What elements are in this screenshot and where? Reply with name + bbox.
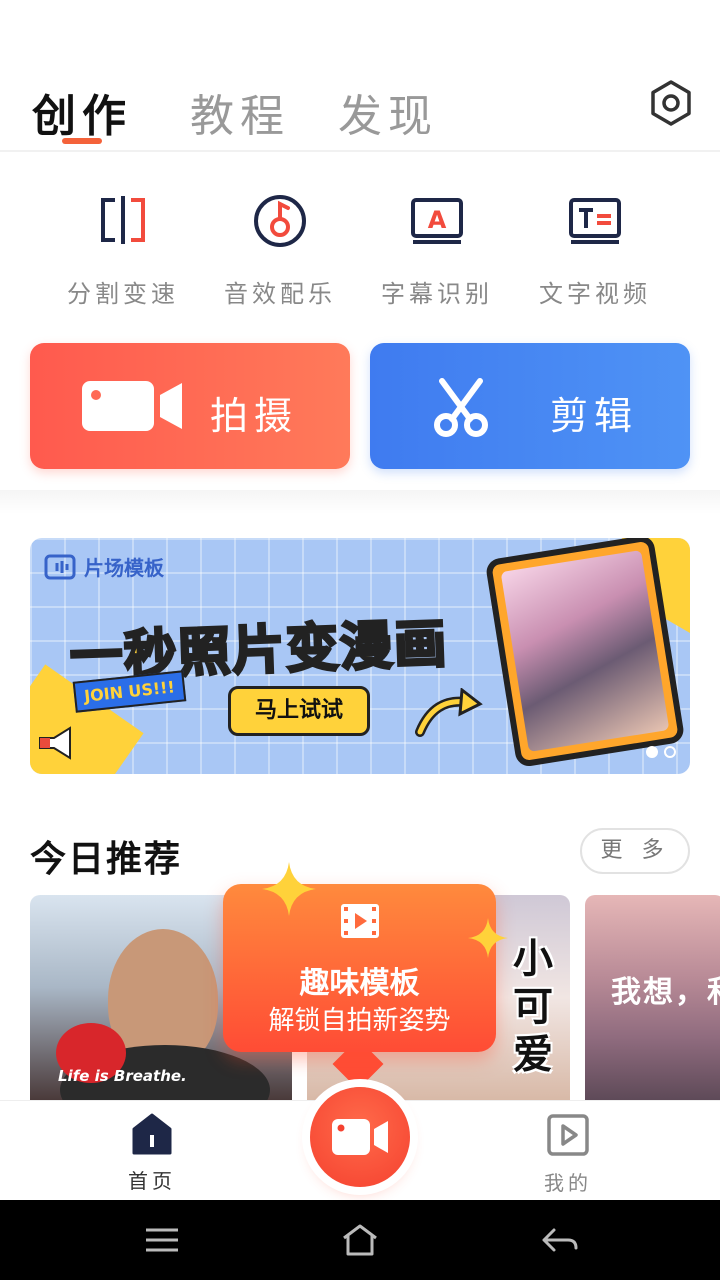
nav-home[interactable]: 首页 — [102, 1113, 202, 1194]
edit-button[interactable]: 剪辑 — [370, 343, 690, 469]
shoot-button[interactable]: 拍摄 — [30, 343, 350, 469]
tab-tutorial[interactable]: 教程 — [190, 80, 290, 144]
nav-mine-label: 我的 — [544, 1171, 592, 1195]
pagination-dot-active — [646, 746, 658, 758]
tool-label: 音效配乐 — [224, 280, 336, 308]
svg-text:A: A — [428, 206, 447, 234]
tool-sound-music[interactable]: 音效配乐 — [205, 190, 355, 309]
edit-label: 剪辑 — [550, 394, 639, 438]
card-caption: Life is Breathe. — [58, 1067, 187, 1085]
sparkle-icon — [468, 918, 508, 958]
tab-indicator — [62, 138, 102, 144]
banner-cta-button[interactable]: 马上试试 — [228, 686, 370, 736]
play-box-icon — [547, 1114, 589, 1156]
home-icon — [132, 1113, 172, 1155]
nav-mine[interactable]: 我的 — [518, 1113, 618, 1196]
top-tab-bar: 创作 教程 发现 — [0, 60, 720, 150]
banner-pagination — [646, 746, 676, 758]
banner-brand-label: 片场模板 — [84, 556, 164, 580]
settings-icon[interactable] — [646, 78, 696, 128]
promo-subtitle: 解锁自拍新姿势 — [268, 1006, 451, 1036]
shoot-label: 拍摄 — [210, 394, 299, 438]
promo-title: 趣味模板 — [299, 966, 420, 1001]
tool-split-speed[interactable]: 分割变速 — [48, 190, 198, 309]
comic-photo — [500, 550, 670, 752]
section-separator — [0, 490, 720, 514]
video-template-icon — [44, 554, 76, 579]
sparkle-icon — [262, 862, 316, 916]
home-outline-icon[interactable] — [340, 1222, 380, 1258]
menu-icon[interactable] — [142, 1222, 182, 1258]
tab-discover[interactable]: 发现 — [338, 80, 438, 144]
scissors-icon — [434, 378, 488, 437]
subtitle-a-icon: A — [411, 198, 463, 244]
recommend-title: 今日推荐 — [30, 839, 183, 880]
nav-home-label: 首页 — [128, 1169, 176, 1193]
back-icon[interactable] — [540, 1222, 580, 1258]
system-nav-bar — [0, 1200, 720, 1280]
camera-icon — [82, 381, 182, 431]
tool-label: 文字视频 — [539, 280, 651, 308]
film-icon — [341, 904, 379, 938]
banner-brand: 片场模板 — [44, 552, 164, 581]
camera-icon — [332, 1119, 388, 1155]
card-title: 小可爱 — [513, 936, 553, 1078]
header-divider — [0, 150, 720, 152]
template-banner[interactable]: 片场模板 一秒照片变漫画 JOIN US!!! 马上试试 — [30, 538, 690, 774]
text-video-icon — [569, 198, 621, 244]
split-icon — [101, 196, 145, 244]
tool-label: 字幕识别 — [381, 280, 493, 308]
comic-photo-frame — [484, 538, 686, 769]
arrow-icon — [415, 688, 483, 737]
music-note-icon — [254, 195, 306, 247]
card-title: 我想，和 — [611, 975, 720, 1010]
record-button[interactable] — [310, 1087, 410, 1187]
recommend-card[interactable]: 我想，和 — [585, 895, 720, 1100]
tab-create[interactable]: 创作 — [32, 80, 132, 144]
tool-text-video[interactable]: 文字视频 — [520, 190, 670, 309]
tool-row: 分割变速 音效配乐 A 字幕识别 文字视频 — [0, 190, 720, 310]
tool-subtitle-recognition[interactable]: A 字幕识别 — [362, 190, 512, 309]
megaphone-icon — [39, 726, 71, 760]
tool-label: 分割变速 — [67, 280, 179, 308]
pagination-dot — [664, 746, 676, 758]
more-button[interactable]: 更 多 — [580, 828, 690, 874]
